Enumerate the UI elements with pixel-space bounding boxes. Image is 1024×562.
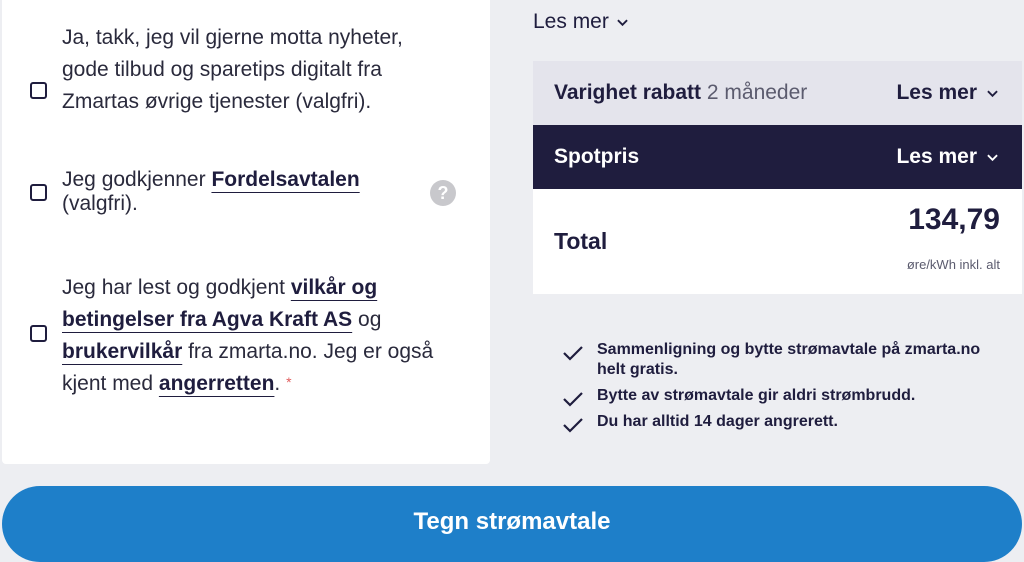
varighet-les-mer-button[interactable]: Les mer — [896, 81, 998, 105]
chevron-down-icon — [987, 90, 998, 97]
newsletter-checkbox[interactable] — [30, 82, 47, 99]
check-icon — [563, 346, 583, 361]
spotpris-row: Spotpris Les mer — [533, 125, 1022, 189]
consent-prefix: Jeg godkjenner — [62, 168, 212, 191]
newsletter-consent-text: Ja, takk, jeg vil gjerne motta nyheter, … — [62, 22, 462, 118]
angerretten-link[interactable]: angerretten — [159, 372, 275, 395]
terms-text: og — [352, 308, 382, 331]
price-summary: Varighet rabatt 2 måneder Les mer Spotpr… — [533, 61, 1022, 294]
fordelsavtalen-link[interactable]: Fordelsavtalen — [211, 168, 359, 191]
total-unit: øre/kWh inkl. alt — [906, 257, 1000, 272]
consent-line: Ja, takk, jeg vil gjerne motta nyheter, — [62, 26, 403, 49]
spotpris-les-mer-button[interactable]: Les mer — [896, 145, 998, 169]
benefits-list: Sammenligning og bytte strømavtale på zm… — [562, 340, 1002, 438]
sign-contract-label: Tegn strømavtale — [413, 508, 611, 535]
benefit-item: Du har alltid 14 dager angrerett. — [562, 412, 1002, 433]
consent-panel: Ja, takk, jeg vil gjerne motta nyheter, … — [2, 0, 490, 464]
benefit-text: Bytte av strømavtale gir aldri strømbrud… — [597, 387, 916, 404]
varighet-label: Varighet rabatt 2 måneder — [554, 81, 807, 105]
consent-suffix: (valgfri). — [62, 192, 138, 215]
benefit-item: Bytte av strømavtale gir aldri strømbrud… — [562, 386, 1002, 407]
consent-line: Zmartas øvrige tjenester (valgfri). — [62, 90, 372, 113]
varighet-title: Varighet rabatt — [554, 81, 702, 104]
question-icon[interactable]: ? — [430, 180, 456, 206]
total-price: 134,79 — [908, 203, 1000, 236]
terms-text: Jeg har lest og godkjent — [62, 276, 291, 299]
varighet-rabatt-row: Varighet rabatt 2 måneder Les mer — [533, 61, 1022, 125]
fordelsavtale-consent-text: Jeg godkjenner Fordelsavtalen (valgfri). — [62, 168, 462, 216]
les-mer-label: Les mer — [533, 10, 609, 33]
les-mer-label: Les mer — [896, 145, 977, 168]
spotpris-label: Spotpris — [554, 145, 640, 168]
varighet-value: 2 måneder — [706, 81, 808, 104]
benefit-text: Du har alltid 14 dager angrerett. — [597, 413, 838, 430]
benefit-text: Sammenligning og bytte strømavtale på zm… — [597, 341, 981, 378]
check-icon — [563, 418, 583, 433]
terms-consent-text: Jeg har lest og godkjent vilkår og betin… — [62, 272, 457, 400]
check-icon — [563, 392, 583, 407]
brukervilkar-link[interactable]: brukervilkår — [62, 340, 182, 363]
total-label: Total — [554, 228, 608, 254]
chevron-down-icon — [987, 154, 998, 161]
terms-checkbox[interactable] — [30, 325, 47, 342]
consent-line: gode tilbud og sparetips digitalt fra — [62, 58, 382, 81]
benefit-item: Sammenligning og bytte strømavtale på zm… — [562, 340, 1002, 380]
les-mer-label: Les mer — [896, 81, 977, 104]
chevron-down-icon — [617, 19, 628, 26]
les-mer-link[interactable]: Les mer — [533, 10, 628, 34]
required-marker: * — [286, 374, 292, 390]
sign-contract-button[interactable]: Tegn strømavtale — [2, 486, 1022, 562]
terms-text: . — [274, 372, 281, 395]
fordelsavtale-checkbox[interactable] — [30, 184, 47, 201]
